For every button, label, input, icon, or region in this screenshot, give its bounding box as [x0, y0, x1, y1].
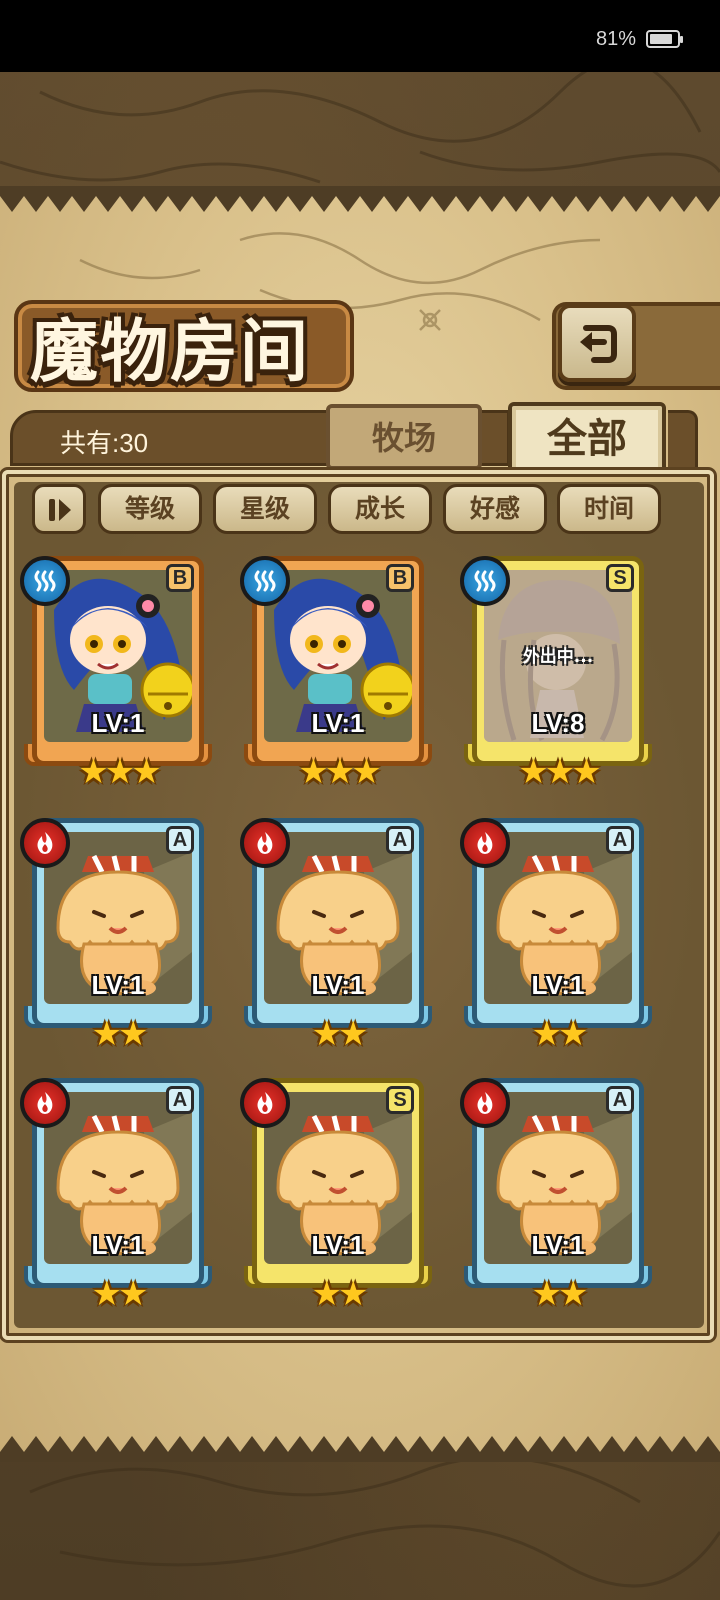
- level-label: LV:1: [311, 708, 365, 738]
- monster-card[interactable]: B LV:1 ★★★: [20, 556, 212, 792]
- star-rating: ★★★: [298, 752, 381, 792]
- level-label: LV:1: [531, 1230, 585, 1260]
- level-label: LV:1: [91, 970, 145, 1000]
- rank-badge: S: [386, 1086, 414, 1114]
- monster-card[interactable]: 外出中... S LV:8 ★★★: [460, 556, 652, 792]
- monster-card[interactable]: S LV:1 ★★: [240, 1078, 432, 1314]
- tab-all[interactable]: 全部: [508, 402, 666, 476]
- fire-element-icon: [20, 1078, 70, 1128]
- star-rating: ★★: [531, 1274, 589, 1314]
- monster-card[interactable]: A LV:1 ★★: [460, 1078, 652, 1314]
- away-status-label: 外出中...: [522, 647, 594, 667]
- sort-by-time-button[interactable]: 时间: [557, 484, 661, 534]
- star-rating: ★★: [91, 1014, 149, 1054]
- star-rating: ★★: [531, 1014, 589, 1054]
- monster-count: 共有:30: [60, 428, 149, 458]
- monster-card[interactable]: A LV:1 ★★: [240, 818, 432, 1054]
- status-bar: 81%: [0, 0, 720, 72]
- rank-badge: A: [166, 826, 194, 854]
- fire-element-icon: [460, 1078, 510, 1128]
- level-label: LV:1: [91, 708, 145, 738]
- level-label: LV:1: [531, 970, 585, 1000]
- page-title: 魔物房间: [30, 312, 311, 392]
- monster-card[interactable]: A LV:1 ★★: [460, 818, 652, 1054]
- back-arrow-icon: [580, 325, 617, 363]
- battery-icon: [646, 30, 683, 48]
- sort-by-level-button[interactable]: 等级: [98, 484, 202, 534]
- level-label: LV:8: [531, 708, 585, 738]
- rank-badge: A: [166, 1086, 194, 1114]
- sort-order-toggle[interactable]: [32, 484, 86, 534]
- fire-element-icon: [240, 1078, 290, 1128]
- star-rating: ★★: [91, 1274, 149, 1314]
- sort-by-stars-button[interactable]: 星级: [213, 484, 317, 534]
- sort-order-icon: [49, 499, 71, 521]
- sort-by-affection-button[interactable]: 好感: [443, 484, 547, 534]
- rank-badge: A: [606, 1086, 634, 1114]
- star-rating: ★★★: [518, 752, 601, 792]
- tab-ranch[interactable]: 牧场: [326, 404, 482, 470]
- rank-badge: B: [386, 564, 414, 592]
- battery-percent: 81%: [595, 28, 636, 50]
- star-rating: ★★: [311, 1274, 369, 1314]
- level-label: LV:1: [91, 1230, 145, 1260]
- level-label: LV:1: [311, 970, 365, 1000]
- parchment-bottom-edge: [0, 1436, 720, 1462]
- monster-card[interactable]: B LV:1 ★★★: [240, 556, 432, 792]
- water-element-icon: [240, 556, 290, 606]
- rank-badge: S: [606, 564, 634, 592]
- sort-by-growth-button[interactable]: 成长: [328, 484, 432, 534]
- fire-element-icon: [460, 818, 510, 868]
- fire-element-icon: [240, 818, 290, 868]
- water-element-icon: [20, 556, 70, 606]
- star-rating: ★★: [311, 1014, 369, 1054]
- tab-bar-edge: [668, 410, 698, 470]
- rank-badge: A: [606, 826, 634, 854]
- star-rating: ★★★: [78, 752, 161, 792]
- rank-badge: A: [386, 826, 414, 854]
- monster-card[interactable]: A LV:1 ★★: [20, 818, 212, 1054]
- back-button[interactable]: [558, 304, 636, 382]
- monster-card[interactable]: A LV:1 ★★: [20, 1078, 212, 1314]
- fire-element-icon: [20, 818, 70, 868]
- water-element-icon: [460, 556, 510, 606]
- level-label: LV:1: [311, 1230, 365, 1260]
- rank-badge: B: [166, 564, 194, 592]
